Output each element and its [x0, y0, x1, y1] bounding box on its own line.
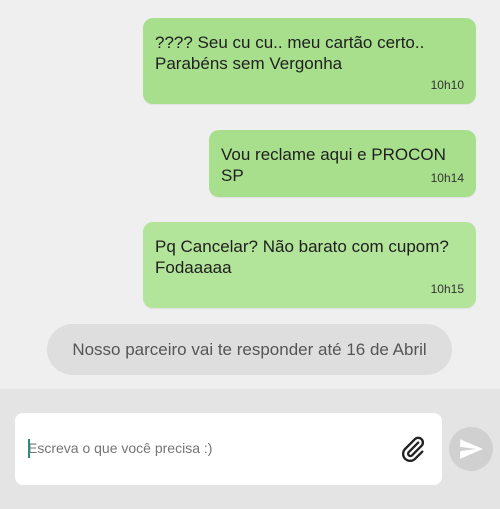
- send-icon: [460, 439, 483, 459]
- message-input-box[interactable]: [15, 413, 442, 485]
- paperclip-icon[interactable]: [399, 435, 427, 463]
- message-text-line: Fodaaaaa: [155, 258, 232, 277]
- message-bubble: Vou reclame aqui e PROCON SP 10h14: [209, 130, 476, 197]
- message-text-line: Vou reclame aqui e PROCON SP: [221, 145, 446, 185]
- text-caret: [28, 439, 30, 458]
- message-time: 10h10: [430, 78, 464, 92]
- message-input[interactable]: [28, 440, 368, 456]
- message-bubble: Pq Cancelar? Não barato com cupom? Fodaa…: [143, 222, 476, 308]
- message-text-line: ???? Seu cu cu.. meu cartão certo..: [155, 33, 425, 52]
- message-time: 10h15: [430, 282, 464, 296]
- message-time: 10h14: [430, 171, 464, 185]
- system-message-text: Nosso parceiro vai te responder até 16 d…: [72, 339, 427, 359]
- system-message-pill: Nosso parceiro vai te responder até 16 d…: [47, 324, 452, 375]
- message-bubble: ???? Seu cu cu.. meu cartão certo.. Para…: [143, 18, 476, 104]
- send-button[interactable]: [449, 427, 493, 471]
- message-text-line: Parabéns sem Vergonha: [155, 54, 343, 73]
- message-text-line: Pq Cancelar? Não barato com cupom?: [155, 237, 449, 256]
